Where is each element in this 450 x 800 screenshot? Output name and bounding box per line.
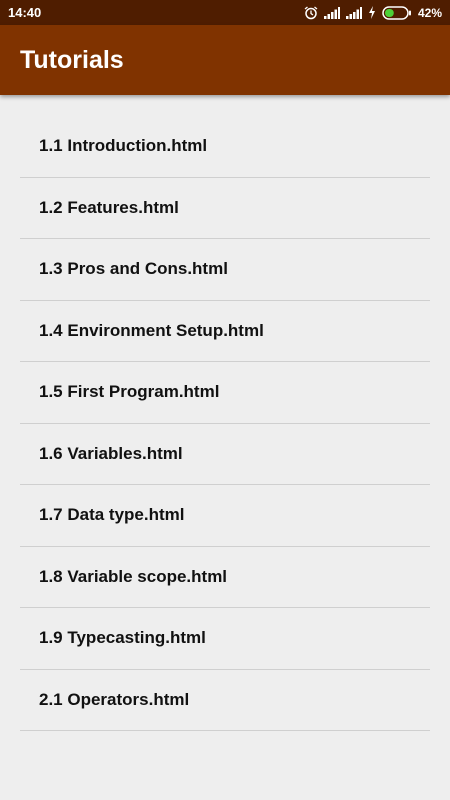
app-bar: Tutorials — [0, 25, 450, 95]
list-item-label: 1.4 Environment Setup.html — [39, 320, 264, 340]
status-time: 14:40 — [8, 5, 42, 20]
list-item-label: 1.1 Introduction.html — [39, 136, 208, 156]
list-item[interactable]: 1.1 Introduction.html — [20, 116, 430, 178]
list-item[interactable]: 1.8 Variable scope.html — [20, 547, 430, 608]
list-item-label: 1.9 Typecasting.html — [39, 628, 206, 648]
list-item[interactable]: 1.2 Features.html — [20, 178, 430, 239]
list-item-label: 1.7 Data type.html — [39, 505, 185, 525]
status-bar: 14:40 42% — [0, 0, 450, 25]
battery-icon — [382, 5, 412, 20]
page-title: Tutorials — [20, 45, 124, 74]
list-item[interactable]: 1.4 Environment Setup.html — [20, 301, 430, 362]
list-item[interactable]: 1.6 Variables.html — [20, 424, 430, 485]
app-screen: 14:40 42% Tutorials 1.1 Introduction.htm… — [0, 0, 450, 800]
list-item[interactable]: 2.1 Operators.html — [20, 670, 430, 731]
signal-icon — [345, 6, 362, 19]
list-item-label: 1.8 Variable scope.html — [39, 566, 228, 586]
list-item[interactable]: 1.9 Typecasting.html — [20, 608, 430, 670]
list-item[interactable]: 1.7 Data type.html — [20, 485, 430, 547]
list-item-label: 1.3 Pros and Cons.html — [39, 259, 228, 279]
battery-percent: 42% — [417, 5, 442, 20]
list-item-label: 1.6 Variables.html — [39, 443, 183, 463]
list-item[interactable]: 1.5 First Program.html — [20, 362, 430, 424]
charging-icon — [368, 6, 376, 19]
list-item[interactable]: 1.3 Pros and Cons.html — [20, 239, 430, 301]
list-item-label: 2.1 Operators.html — [39, 689, 190, 709]
status-icons: 42% — [304, 6, 442, 20]
list-item-label: 1.2 Features.html — [39, 197, 179, 217]
tutorial-list: 1.1 Introduction.html 1.2 Features.html … — [20, 116, 430, 731]
alarm-icon — [304, 5, 318, 20]
signal-icon — [323, 6, 340, 19]
list-item-label: 1.5 First Program.html — [39, 382, 220, 402]
